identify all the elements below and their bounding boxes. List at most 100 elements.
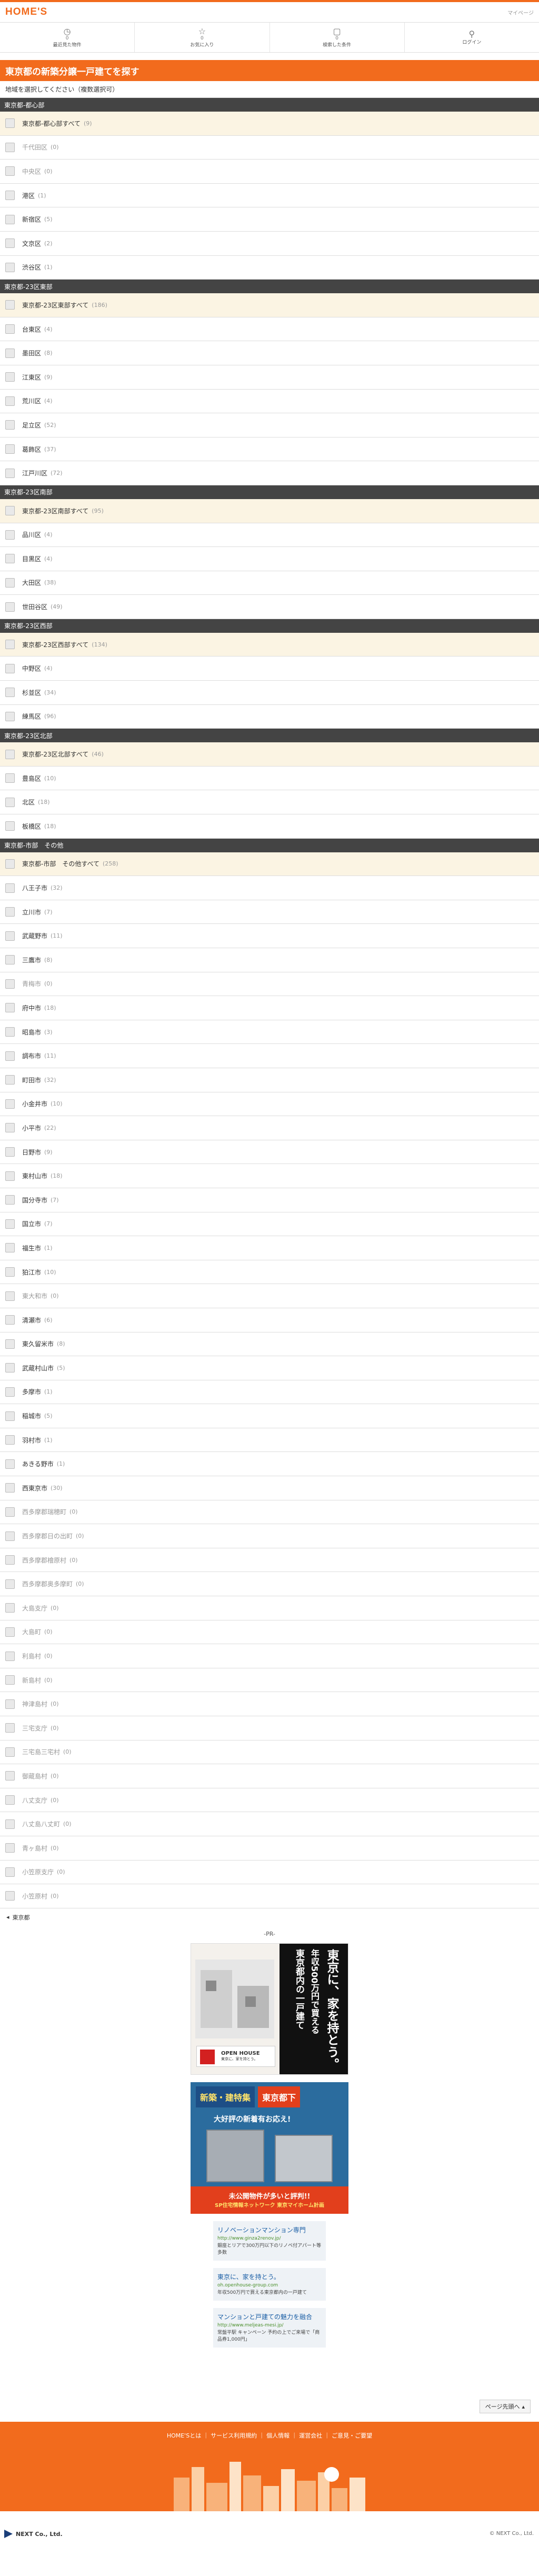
area-row[interactable]: 西東京市 (30) xyxy=(0,1476,539,1500)
area-row[interactable]: 中野区 (4) xyxy=(0,657,539,681)
checkbox[interactable] xyxy=(5,1267,15,1277)
checkbox[interactable] xyxy=(5,773,15,783)
area-row[interactable]: 羽村市 (1) xyxy=(0,1428,539,1453)
checkbox[interactable] xyxy=(5,578,15,588)
area-row[interactable]: 稲城市 (5) xyxy=(0,1404,539,1428)
area-row[interactable]: 三鷹市 (8) xyxy=(0,948,539,972)
area-row[interactable]: 多摩市 (1) xyxy=(0,1380,539,1405)
area-row[interactable]: 世田谷区 (49) xyxy=(0,595,539,619)
openhouse-banner-ad[interactable]: OPEN HOUSE 東京に、家を持とう。 東京に、家を持とう。 年収500万円… xyxy=(191,1943,348,2075)
checkbox[interactable] xyxy=(5,821,15,831)
area-row[interactable]: 杉並区 (34) xyxy=(0,681,539,705)
checkbox[interactable] xyxy=(5,1099,15,1109)
checkbox[interactable] xyxy=(5,324,15,334)
checkbox[interactable] xyxy=(5,1195,15,1205)
checkbox[interactable] xyxy=(5,530,15,540)
area-row[interactable]: 文京区 (2) xyxy=(0,232,539,256)
checkbox[interactable] xyxy=(5,1075,15,1085)
area-row[interactable]: 八王子市 (32) xyxy=(0,876,539,900)
nav-button[interactable]: ▢ 0 検索した条件 xyxy=(270,23,405,52)
checkbox[interactable] xyxy=(5,238,15,248)
back-link[interactable]: ◂ 東京都 xyxy=(0,1908,539,1926)
area-row[interactable]: 板橋区 (18) xyxy=(0,814,539,839)
text-ad[interactable]: リノベーションマンション専門 http://www.ginza2renov.jp/… xyxy=(213,2221,326,2261)
area-row[interactable]: あきる野市 (1) xyxy=(0,1452,539,1477)
checkbox[interactable] xyxy=(5,602,15,612)
select-all-row[interactable]: 東京都-市部 その他すべて (258) xyxy=(0,852,539,877)
area-row[interactable]: 港区 (1) xyxy=(0,184,539,208)
checkbox[interactable] xyxy=(5,1147,15,1157)
area-row[interactable]: 足立区 (52) xyxy=(0,413,539,437)
area-row[interactable]: 大田区 (38) xyxy=(0,571,539,595)
checkbox[interactable] xyxy=(5,883,15,893)
checkbox[interactable] xyxy=(5,1003,15,1013)
checkbox[interactable] xyxy=(5,1387,15,1397)
page-top-button[interactable]: ページ先頭へ ▴ xyxy=(479,2400,531,2413)
select-all-row[interactable]: 東京都-都心部すべて (9) xyxy=(0,112,539,136)
area-row[interactable]: 国分寺市 (7) xyxy=(0,1188,539,1212)
text-ad-title[interactable]: マンションと戸建ての魅力を融合 xyxy=(217,2312,322,2321)
checkbox[interactable] xyxy=(5,1219,15,1229)
checkbox[interactable] xyxy=(5,1171,15,1181)
checkbox[interactable] xyxy=(5,1315,15,1325)
checkbox[interactable] xyxy=(5,468,15,478)
area-row[interactable]: 小金井市 (10) xyxy=(0,1092,539,1117)
checkbox[interactable] xyxy=(5,749,15,759)
area-row[interactable]: 東村山市 (18) xyxy=(0,1164,539,1188)
checkbox[interactable] xyxy=(5,1243,15,1253)
checkbox[interactable] xyxy=(5,688,15,698)
checkbox[interactable] xyxy=(5,955,15,965)
area-row[interactable]: 渋谷区 (1) xyxy=(0,256,539,280)
select-all-row[interactable]: 東京都-23区西部すべて (134) xyxy=(0,632,539,657)
homes-logo[interactable]: HOME'S xyxy=(5,6,47,18)
checkbox[interactable] xyxy=(5,396,15,406)
area-row[interactable]: 江東区 (9) xyxy=(0,365,539,390)
checkbox[interactable] xyxy=(5,118,15,128)
area-row[interactable]: 北区 (18) xyxy=(0,790,539,815)
checkbox[interactable] xyxy=(5,348,15,358)
checkbox[interactable] xyxy=(5,931,15,941)
text-ad[interactable]: マンションと戸建ての魅力を融合 http://www.meljeas-mesi.j… xyxy=(213,2308,326,2348)
area-row[interactable]: 豊島区 (10) xyxy=(0,767,539,791)
area-row[interactable]: 目黒区 (4) xyxy=(0,547,539,571)
area-row[interactable]: 品川区 (4) xyxy=(0,523,539,548)
nav-button[interactable]: ☆ 0 お気に入り xyxy=(135,23,270,52)
checkbox[interactable] xyxy=(5,1339,15,1349)
select-all-row[interactable]: 東京都-23区南部すべて (95) xyxy=(0,499,539,523)
area-row[interactable]: 墨田区 (8) xyxy=(0,341,539,365)
mypage-link[interactable]: マイページ xyxy=(507,8,534,16)
area-row[interactable]: 立川市 (7) xyxy=(0,900,539,924)
checkbox[interactable] xyxy=(5,711,15,721)
checkbox[interactable] xyxy=(5,663,15,673)
checkbox[interactable] xyxy=(5,420,15,430)
checkbox[interactable] xyxy=(5,1363,15,1373)
checkbox[interactable] xyxy=(5,444,15,454)
checkbox[interactable] xyxy=(5,859,15,869)
footer-links[interactable]: HOME'Sとは ｜ サービス利用規約 ｜ 個人情報 ｜ 運営会社 ｜ ご意見・… xyxy=(0,2431,539,2440)
checkbox[interactable] xyxy=(5,640,15,650)
area-row[interactable]: 葛飾区 (37) xyxy=(0,437,539,462)
area-row[interactable]: 国立市 (7) xyxy=(0,1212,539,1237)
area-row[interactable]: 昭島市 (3) xyxy=(0,1020,539,1045)
text-ad[interactable]: 東京に、家を持とう。 oh.openhouse-group.com 年収500万円で… xyxy=(213,2267,326,2301)
checkbox[interactable] xyxy=(5,1027,15,1037)
area-row[interactable]: 東久留米市 (8) xyxy=(0,1332,539,1357)
area-row[interactable]: 福生市 (1) xyxy=(0,1236,539,1260)
area-row[interactable]: 武蔵村山市 (5) xyxy=(0,1356,539,1380)
area-row[interactable]: 府中市 (18) xyxy=(0,996,539,1020)
nav-button[interactable]: ◷ 0 最近見た物件 xyxy=(0,23,135,52)
area-row[interactable]: 台東区 (4) xyxy=(0,317,539,342)
checkbox[interactable] xyxy=(5,1051,15,1061)
checkbox[interactable] xyxy=(5,797,15,807)
area-row[interactable]: 調布市 (11) xyxy=(0,1044,539,1068)
checkbox[interactable] xyxy=(5,300,15,310)
checkbox[interactable] xyxy=(5,506,15,516)
checkbox[interactable] xyxy=(5,1483,15,1493)
tokyo-suburb-banner-ad[interactable]: 新築・建特集 東京都下 大好評の新着有お応え! 未公開物件が多いと評判!! SP… xyxy=(191,2082,348,2214)
area-row[interactable]: 清瀬市 (6) xyxy=(0,1308,539,1332)
area-row[interactable]: 荒川区 (4) xyxy=(0,390,539,414)
checkbox[interactable] xyxy=(5,191,15,201)
checkbox[interactable] xyxy=(5,907,15,917)
text-ad-title[interactable]: 東京に、家を持とう。 xyxy=(217,2272,322,2281)
checkbox[interactable] xyxy=(5,262,15,272)
